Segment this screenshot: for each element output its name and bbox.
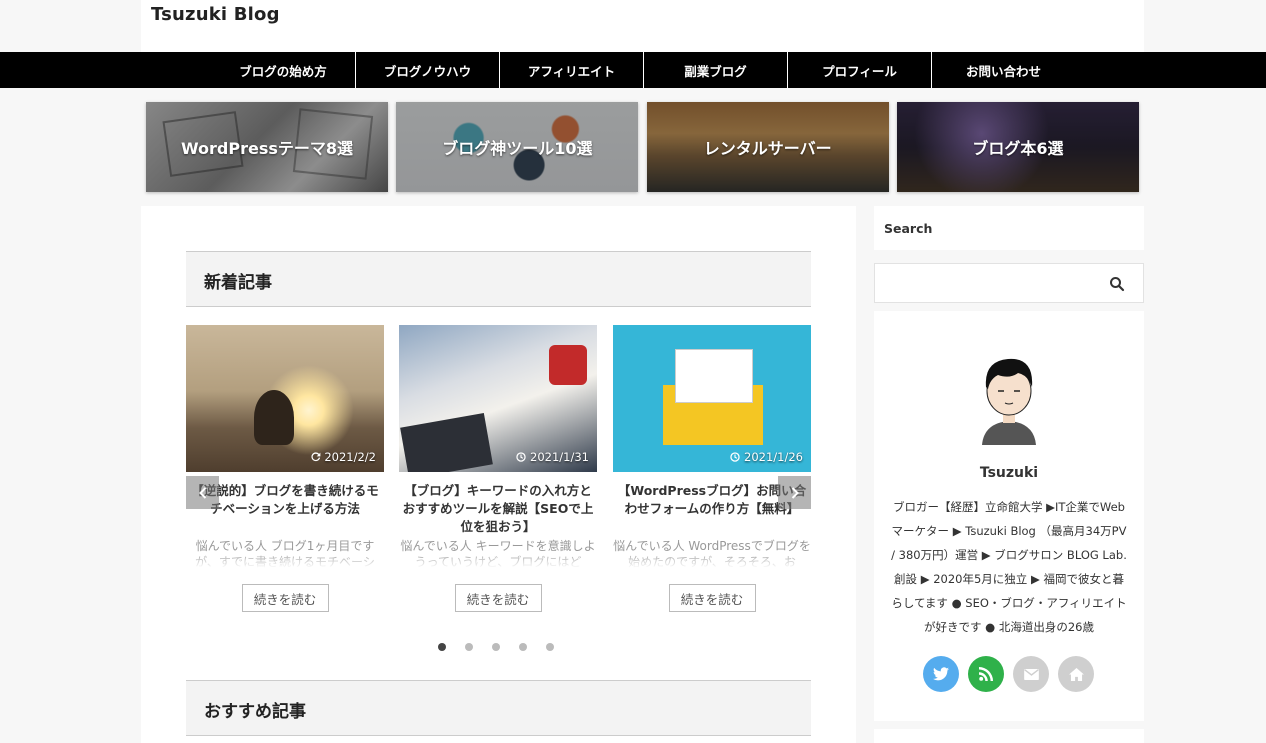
rss-icon [979, 667, 993, 681]
home-icon [1068, 667, 1084, 681]
home-button[interactable] [1058, 656, 1094, 692]
slider-dot[interactable] [519, 643, 527, 651]
nav-item-blog-start[interactable]: ブログの始め方 [211, 52, 355, 88]
refresh-icon [311, 452, 321, 462]
post-card[interactable]: 2021/1/31 【ブログ】キーワードの入れ方とおすすめツールを解説【SEOで… [399, 325, 597, 612]
feature-banners: WordPressテーマ8選 ブログ神ツール10選 レンタルサーバー ブログ本6… [146, 102, 1139, 192]
chevron-left-icon [198, 486, 206, 499]
nav-item-profile[interactable]: プロフィール [787, 52, 931, 88]
widget-title: Search [884, 221, 933, 236]
post-title[interactable]: 【ブログ】キーワードの入れ方とおすすめツールを解説【SEOで上位を狙おう】 [399, 482, 597, 536]
banner-rental-server[interactable]: レンタルサーバー [646, 102, 889, 192]
search-icon[interactable] [1109, 276, 1125, 292]
nav-item-side-business[interactable]: 副業ブログ [643, 52, 787, 88]
slider-prev-button[interactable] [186, 476, 219, 509]
mail-button[interactable] [1013, 656, 1049, 692]
banner-label: WordPressテーマ8選 [180, 139, 354, 158]
banner-blog-books[interactable]: ブログ本6選 [896, 102, 1139, 192]
chevron-right-icon [791, 486, 799, 499]
post-card[interactable]: 2021/1/26 【WordPressブログ】お問い合わせフォームの作り方【無… [613, 325, 811, 612]
post-date: 2021/1/26 [730, 450, 803, 464]
banner-label: ブログ神ツール10選 [442, 139, 593, 158]
nav-list: ブログの始め方 ブログノウハウ アフィリエイト 副業ブログ プロフィール お問い… [211, 52, 1075, 88]
post-thumbnail[interactable]: 2021/1/26 [613, 325, 811, 472]
main-content: 新着記事 2021/2/2 【逆説的】ブログを書き続けるモチベーションを上げる方… [141, 206, 856, 743]
banner-label: レンタルサーバー [703, 139, 832, 158]
clock-icon [516, 452, 527, 462]
post-excerpt: 悩んでいる人 WordPressでブログを始めたのですが、そろそろ、お [613, 539, 811, 568]
read-more-button[interactable]: 続きを読む [668, 584, 756, 612]
read-more-button[interactable]: 続きを読む [241, 584, 329, 612]
next-widget [874, 729, 1144, 743]
slider-next-button[interactable] [778, 476, 811, 509]
new-posts-heading: 新着記事 [186, 251, 811, 307]
section-title: 新着記事 [204, 273, 272, 293]
profile-name: Tsuzuki [979, 465, 1039, 481]
site-title[interactable]: Tsuzuki Blog [151, 4, 280, 25]
post-date: 2021/1/31 [516, 450, 589, 464]
global-nav: ブログの始め方 ブログノウハウ アフィリエイト 副業ブログ プロフィール お問い… [0, 52, 1266, 88]
site-header: Tsuzuki Blog [141, 0, 1144, 52]
slider-dot[interactable] [465, 643, 473, 651]
recommended-posts-heading: おすすめ記事 [186, 680, 811, 736]
post-thumbnail[interactable]: 2021/1/31 [399, 325, 597, 472]
banner-blog-tools[interactable]: ブログ神ツール10選 [396, 102, 639, 192]
nav-item-affiliate[interactable]: アフィリエイト [499, 52, 643, 88]
social-links [923, 656, 1094, 692]
post-card[interactable]: 2021/2/2 【逆説的】ブログを書き続けるモチベーションを上げる方法 悩んで… [186, 325, 384, 612]
nav-item-blog-knowhow[interactable]: ブログノウハウ [355, 52, 499, 88]
slider-dot[interactable] [438, 643, 446, 651]
post-excerpt: 悩んでいる人 ブログ1ヶ月目ですが、すでに書き続けるモチベーシ [186, 538, 384, 568]
search-widget-title: Search [874, 206, 1144, 250]
read-more-button[interactable]: 続きを読む [454, 584, 542, 612]
post-thumbnail[interactable]: 2021/2/2 [186, 325, 384, 472]
slider-dot[interactable] [546, 643, 554, 651]
new-posts-slider: 2021/2/2 【逆説的】ブログを書き続けるモチベーションを上げる方法 悩んで… [186, 325, 811, 625]
mail-icon [1023, 668, 1039, 680]
slider-dots [438, 643, 554, 651]
slider-dot[interactable] [492, 643, 500, 651]
profile-bio: ブロガー【経歴】立命館大学 ▶IT企業でWebマーケター ▶ Tsuzuki B… [891, 500, 1127, 634]
banner-wordpress-themes[interactable]: WordPressテーマ8選 [146, 102, 388, 192]
section-title: おすすめ記事 [204, 702, 306, 722]
search-box [874, 263, 1144, 303]
post-date: 2021/2/2 [311, 450, 376, 464]
avatar[interactable] [974, 353, 1044, 445]
twitter-icon [933, 667, 949, 681]
twitter-button[interactable] [923, 656, 959, 692]
search-input[interactable] [875, 264, 1095, 302]
rss-button[interactable] [968, 656, 1004, 692]
profile-widget: Tsuzuki ブロガー【経歴】立命館大学 ▶IT企業でWebマーケター ▶ T… [874, 311, 1144, 721]
post-excerpt: 悩んでいる人 キーワードを意識しようっていうけど、ブログにはど [399, 539, 597, 568]
banner-label: ブログ本6選 [972, 139, 1064, 158]
nav-item-contact[interactable]: お問い合わせ [931, 52, 1075, 88]
clock-icon [730, 452, 741, 462]
